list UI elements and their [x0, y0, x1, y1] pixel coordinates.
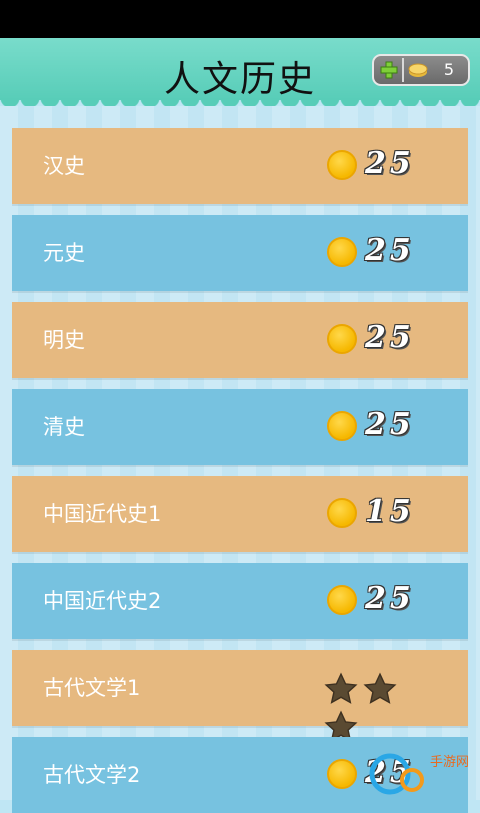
coin-icon — [327, 150, 357, 180]
coin-icon — [327, 324, 357, 354]
coin-icon — [327, 411, 357, 441]
list-item-label: 明史 — [43, 328, 85, 352]
cost-value: 25 — [365, 233, 415, 268]
cost-badge: 25 — [327, 407, 437, 447]
list-item-han[interactable]: 汉史 25 — [12, 128, 468, 204]
coin-balance-box: 5 — [372, 54, 470, 86]
list-item-label: 中国近代史2 — [43, 589, 162, 613]
list-item-label: 清史 — [43, 415, 85, 439]
cost-value: 25 — [365, 146, 415, 181]
plus-icon — [380, 61, 398, 79]
list-item-literature-1[interactable]: 古代文学1 — [12, 650, 468, 742]
list-item-yuan[interactable]: 元史 25 — [12, 215, 468, 291]
star-icon — [324, 672, 358, 704]
coin-count: 5 — [443, 60, 454, 79]
list-item-label: 汉史 — [43, 154, 85, 178]
cost-badge: 25 — [327, 146, 437, 186]
coin-stack-icon — [408, 63, 428, 77]
list-item-ming[interactable]: 明史 25 — [12, 302, 468, 378]
coin-icon — [327, 498, 357, 528]
watermark: 手游网 — [368, 748, 480, 800]
coin-icon — [327, 759, 357, 789]
list-item-label: 古代文学1 — [43, 676, 141, 700]
list-item-label: 元史 — [43, 241, 85, 265]
star-rating — [324, 672, 434, 742]
status-bar — [0, 0, 480, 38]
list-item-label: 中国近代史1 — [43, 502, 162, 526]
cost-badge: 25 — [327, 320, 437, 360]
add-coins-button[interactable] — [376, 58, 404, 82]
cost-badge: 25 — [327, 581, 437, 621]
cost-value: 25 — [365, 581, 415, 616]
list-item-modern-2[interactable]: 中国近代史2 25 — [12, 563, 468, 639]
watermark-logo-icon — [369, 753, 424, 795]
coin-icon — [327, 585, 357, 615]
coin-icon — [327, 237, 357, 267]
list-item-modern-1[interactable]: 中国近代史1 15 — [12, 476, 468, 552]
watermark-text: 手游网 — [430, 755, 470, 770]
list-item-label: 古代文学2 — [43, 763, 141, 787]
cost-value: 25 — [365, 407, 415, 442]
cost-value: 25 — [365, 320, 415, 355]
cost-value: 15 — [365, 494, 415, 529]
star-icon — [363, 672, 397, 704]
list-item-qing[interactable]: 清史 25 — [12, 389, 468, 465]
cost-badge: 15 — [327, 494, 437, 534]
cost-badge: 25 — [327, 233, 437, 273]
